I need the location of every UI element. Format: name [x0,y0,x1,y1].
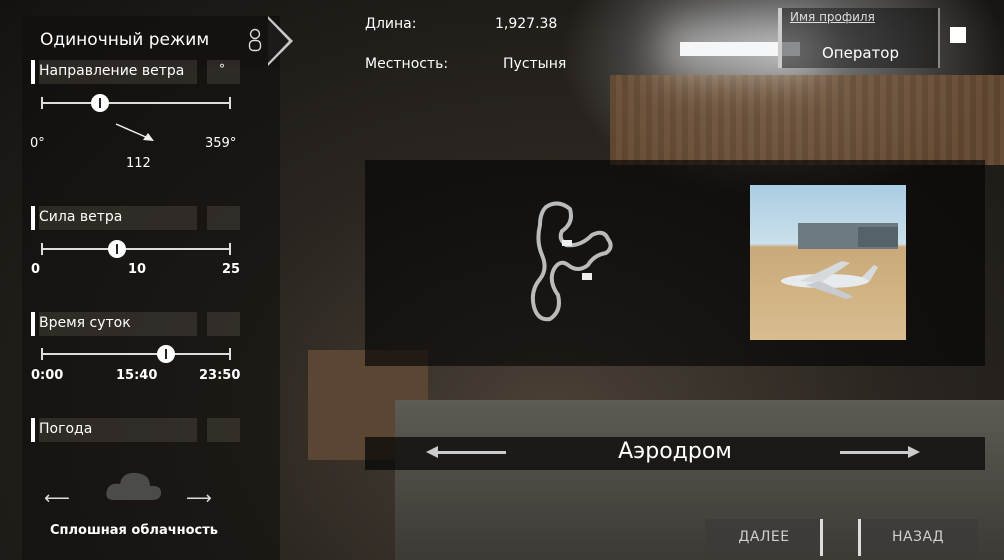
wind-direction-value: 112 [126,156,151,171]
weather-label: Погода [39,421,93,437]
time-min: 0:00 [31,368,64,383]
wind-arrow-icon [115,123,154,141]
profile-name: Оператор [822,44,899,62]
length-label: Длина: [365,16,417,32]
back-button-label: НАЗАД [891,529,945,545]
weather-header: Погода [31,418,240,442]
profile-selector[interactable]: Имя профиля Оператор [778,8,938,68]
track-map [530,201,613,322]
prev-track-button[interactable] [426,446,506,458]
airplane-image [781,261,878,299]
time-max: 23:50 [199,368,241,383]
time-value: 15:40 [116,368,158,383]
next-button[interactable]: ДАЛЕЕ [705,519,823,556]
slider-knob[interactable] [157,345,176,363]
time-of-day-label: Время суток [39,315,131,331]
next-track-button[interactable] [840,446,920,458]
wind-strength-mid: 10 [128,262,147,277]
mode-label: Одиночный режим [40,30,210,50]
back-button[interactable]: НАЗАД [858,519,978,556]
weather-value: Сплошная облачность [50,523,219,538]
wind-strength-label: Сила ветра [39,209,123,225]
wind-direction-slider[interactable] [41,94,231,112]
start-flag-icon [562,240,572,246]
track-thumbnail [750,185,906,340]
wind-direction-min: 0° [30,136,45,151]
profile-checkbox[interactable] [950,27,966,43]
wind-direction-label: Направление ветра [39,63,185,79]
terrain-label: Местность: [365,56,449,72]
weather-prev-button[interactable]: ⟵ [44,488,70,509]
wind-strength-header: Сила ветра [31,206,240,230]
wind-strength-slider[interactable] [41,240,231,258]
slider-knob[interactable] [108,240,126,258]
weather-next-button[interactable]: ⟶ [186,488,212,509]
mode-tab[interactable]: Одиночный режим [22,16,280,66]
wind-strength-max: 25 [222,262,241,277]
wind-strength-min: 0 [31,262,41,277]
length-value: 1,927.38 [495,16,558,32]
next-button-label: ДАЛЕЕ [738,529,790,545]
wind-direction-max: 359° [205,136,237,151]
time-of-day-slider[interactable] [41,345,231,363]
person-icon [248,28,262,52]
terrain-value: Пустыня [503,56,567,72]
wind-direction-unit: ° [219,62,225,76]
wind-direction-header: Направление ветра ° [31,60,240,84]
finish-flag-icon [582,273,592,280]
pegboard-decor [610,75,1004,165]
cloud-icon [106,472,162,500]
profile-title: Имя профиля [790,10,875,24]
slider-knob[interactable] [90,94,109,112]
time-of-day-header: Время суток [31,312,240,336]
